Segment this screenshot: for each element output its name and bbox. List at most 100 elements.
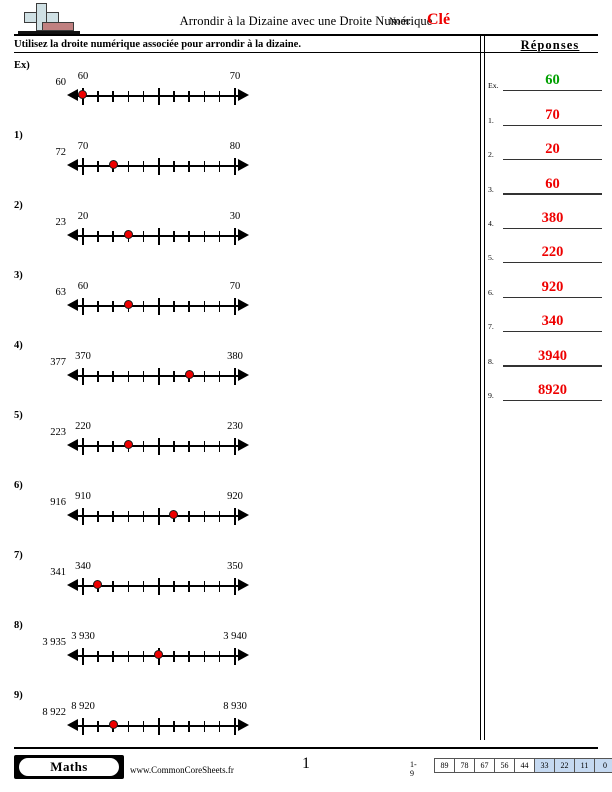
number-line[interactable]: 60 70	[67, 71, 249, 108]
answer-value: 20	[545, 141, 560, 158]
arrow-right-icon	[238, 649, 249, 662]
number-line[interactable]: 60 70	[67, 281, 249, 318]
tick-minor	[127, 370, 130, 382]
problem-number: 3)	[14, 270, 23, 281]
tick-minor	[112, 370, 114, 382]
answer-number-label: 8.	[488, 356, 494, 366]
tick-major	[234, 437, 236, 455]
tick-minor	[97, 230, 99, 242]
tick-major	[82, 157, 84, 175]
number-line[interactable]: 20 30	[67, 211, 249, 248]
number-line[interactable]: 370 380	[67, 351, 249, 388]
tick-minor	[218, 90, 221, 102]
answer-blank-line[interactable]	[503, 90, 602, 92]
answer-blank-line[interactable]	[503, 296, 602, 298]
answer-blank-line[interactable]	[503, 227, 602, 229]
answer-blank-line[interactable]	[503, 330, 602, 333]
tick-minor	[203, 160, 206, 172]
arrow-right-icon	[238, 299, 249, 312]
arrow-right-icon	[238, 439, 249, 452]
problem-value: 916	[50, 497, 66, 508]
answer-blank-line[interactable]	[503, 158, 602, 161]
answer-blank-line[interactable]	[503, 365, 602, 367]
tick-minor	[97, 370, 99, 382]
answer-blank-line[interactable]	[503, 124, 602, 126]
problem-number: 8)	[14, 620, 23, 631]
tick-minor	[188, 720, 190, 732]
tick-major	[158, 437, 160, 455]
answer-number-label: 6.	[488, 287, 494, 297]
tick-major	[82, 437, 84, 455]
tick-major	[158, 157, 160, 175]
tick-major	[234, 87, 236, 105]
tick-minor	[127, 90, 130, 102]
grading-scale-cell: 89	[435, 759, 455, 772]
tick-minor	[112, 230, 114, 242]
divider-line-right	[484, 36, 486, 740]
answer-value: 220	[541, 244, 564, 261]
answer-blank-line[interactable]	[503, 193, 602, 195]
number-line[interactable]: 8 920 8 930	[67, 701, 249, 738]
tick-minor	[173, 580, 175, 592]
problem-row: 9) 8 922 8 920 8 930	[0, 686, 480, 756]
tick-minor	[142, 300, 145, 312]
answer-number-label: 7.	[488, 322, 494, 332]
answer-value: 60	[545, 175, 560, 192]
answer-number-label: 4.	[488, 218, 494, 228]
number-line[interactable]: 3 930 3 940	[67, 631, 249, 668]
tick-minor	[218, 580, 221, 592]
number-line[interactable]: 70 80	[67, 141, 249, 178]
answer-row: 5. 220	[487, 230, 605, 264]
tick-minor	[188, 650, 190, 662]
number-line-start-label: 340	[75, 561, 91, 572]
problem-value: 377	[50, 357, 66, 368]
grading-scale-range-label: 1-9	[410, 760, 417, 778]
number-line[interactable]: 910 920	[67, 491, 249, 528]
grading-scale-cell: 33	[535, 759, 555, 772]
number-line-end-label: 230	[227, 421, 243, 432]
problem-row: 8) 3 935 3 930 3 940	[0, 616, 480, 686]
arrow-left-icon	[67, 369, 78, 382]
number-line-start-label: 60	[77, 71, 89, 82]
vertical-column-divider	[480, 36, 486, 740]
number-line-end-label: 30	[229, 211, 241, 222]
number-line-end-label: 920	[227, 491, 243, 502]
number-line-point-marker	[184, 370, 194, 380]
problem-row: 4) 377 370 380	[0, 336, 480, 406]
number-line-point-marker	[93, 580, 103, 590]
tick-minor	[142, 230, 145, 242]
tick-major	[158, 717, 160, 735]
tick-minor	[218, 160, 221, 172]
divider-line-left	[480, 36, 482, 740]
number-line[interactable]: 340 350	[67, 561, 249, 598]
number-line-point-marker	[78, 90, 88, 100]
number-line-start-label: 8 920	[71, 701, 95, 712]
tick-minor	[127, 580, 130, 592]
problem-row: 2) 23 20 30	[0, 196, 480, 266]
tick-minor	[173, 650, 175, 662]
tick-minor	[112, 580, 114, 592]
arrow-left-icon	[67, 229, 78, 242]
problem-number: Ex)	[14, 60, 30, 71]
tick-minor	[203, 90, 206, 102]
arrow-left-icon	[67, 509, 78, 522]
tick-minor	[173, 370, 175, 382]
answer-number-label: 2.	[488, 150, 494, 160]
problem-row: 5) 223 220 230	[0, 406, 480, 476]
answer-row: 2. 20	[487, 127, 605, 161]
tick-major	[234, 297, 236, 315]
answer-blank-line[interactable]	[503, 399, 602, 401]
number-line[interactable]: 220 230	[67, 421, 249, 458]
tick-major	[82, 577, 84, 595]
answer-blank-line[interactable]	[503, 262, 602, 264]
answer-value: 3940	[538, 347, 567, 364]
number-line-point-marker	[154, 650, 164, 660]
name-label: Nom:	[389, 17, 411, 27]
tick-minor	[188, 230, 190, 242]
answer-number-label: 9.	[488, 390, 494, 400]
tick-minor	[173, 90, 175, 102]
tick-minor	[112, 510, 114, 522]
tick-major	[158, 367, 160, 385]
arrow-right-icon	[238, 579, 249, 592]
tick-minor	[142, 580, 145, 592]
